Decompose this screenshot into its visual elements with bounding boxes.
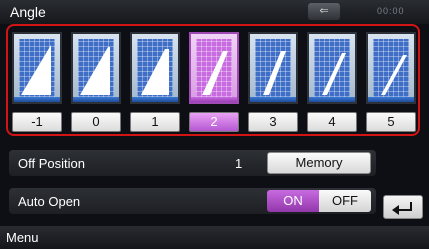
auto-open-row: Auto Open ON OFF <box>9 188 376 214</box>
angle-option-3[interactable]: 3 <box>248 32 298 132</box>
angle-illustration-icon <box>248 32 298 104</box>
back-arrow-icon: ⇐ <box>319 5 329 17</box>
angle-option-minus1[interactable]: -1 <box>12 32 62 132</box>
angle-button-4[interactable]: 4 <box>307 112 357 132</box>
auto-open-off-button[interactable]: OFF <box>319 190 371 212</box>
auto-open-label: Auto Open <box>18 194 81 209</box>
off-position-value: 1 <box>235 156 243 171</box>
angle-option-4[interactable]: 4 <box>307 32 357 132</box>
auto-open-on-button[interactable]: ON <box>267 190 319 212</box>
angle-button-3[interactable]: 3 <box>248 112 298 132</box>
angle-illustration-icon <box>71 32 121 104</box>
off-position-row: Off Position 1 Memory <box>9 150 376 176</box>
menu-button[interactable]: Menu <box>6 229 58 247</box>
footer-bar: Menu <box>0 226 429 249</box>
clock: 00:00 <box>377 6 405 16</box>
header-bar: Angle ⇐ 00:00 <box>0 0 429 24</box>
angle-option-0[interactable]: 0 <box>71 32 121 132</box>
angle-button-minus1[interactable]: -1 <box>12 112 62 132</box>
angle-button-2[interactable]: 2 <box>189 112 239 132</box>
page-title: Angle <box>10 4 46 20</box>
angle-illustration-icon <box>12 32 62 104</box>
angle-button-1[interactable]: 1 <box>130 112 180 132</box>
auto-open-toggle[interactable]: ON OFF <box>267 190 371 212</box>
angle-option-2[interactable]: 2 <box>189 32 239 132</box>
off-position-label: Off Position <box>18 156 85 171</box>
memory-button[interactable]: Memory <box>267 152 371 174</box>
header-back-button[interactable]: ⇐ <box>308 3 340 20</box>
angle-option-5[interactable]: 5 <box>366 32 416 132</box>
angle-illustration-icon <box>307 32 357 104</box>
angle-button-0[interactable]: 0 <box>71 112 121 132</box>
angle-illustration-icon <box>130 32 180 104</box>
angle-option-1[interactable]: 1 <box>130 32 180 132</box>
return-button[interactable] <box>383 195 423 219</box>
angle-illustration-icon <box>189 32 239 104</box>
return-arrow-icon <box>392 202 412 215</box>
angle-selector: -1 0 1 2 3 4 5 <box>6 24 420 136</box>
angle-button-5[interactable]: 5 <box>366 112 416 132</box>
angle-illustration-icon <box>366 32 416 104</box>
